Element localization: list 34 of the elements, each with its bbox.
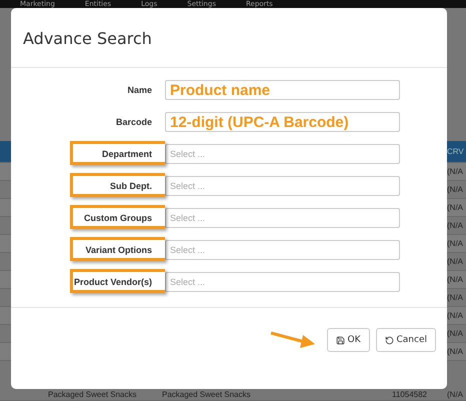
field-label: Variant Options — [84, 245, 152, 255]
column-header: CRV — [447, 147, 465, 156]
table-cell-text: (N/A — [447, 185, 464, 194]
table-cell-text: (N/A — [447, 311, 464, 320]
table-cell-text: Packaged Sweet Snacks — [48, 390, 138, 399]
field-label: Name — [126, 85, 152, 95]
field-label: Department — [100, 149, 152, 159]
table-cell-text: (N/A — [447, 167, 464, 176]
table-cell-text: 11054582 — [392, 390, 428, 399]
undo-icon — [384, 336, 394, 344]
select-field[interactable]: Select ... — [165, 176, 400, 196]
cancel-button[interactable]: Cancel — [376, 328, 436, 352]
ok-button[interactable]: OK — [326, 328, 370, 352]
table-cell-text: (N/A — [447, 329, 464, 338]
pointer-arrow — [268, 329, 316, 351]
field-label: Sub Dept. — [109, 181, 152, 191]
dialog-title: Advance Search — [11, 8, 447, 68]
select-field[interactable]: Select ... — [165, 208, 400, 228]
table-cell-text: (N/A — [447, 257, 464, 266]
select-field[interactable]: Select ... — [165, 272, 400, 292]
select-field[interactable]: Select ... — [165, 240, 400, 260]
save-icon — [336, 336, 344, 344]
table-cell-text: (N/A — [447, 347, 464, 356]
table-cell-text: (N/A — [447, 293, 464, 302]
table-cell-text: (N/A — [447, 239, 464, 248]
field-label: Product Vendor(s) — [72, 277, 152, 287]
table-cell-text: (N/A — [447, 203, 464, 212]
table-cell-text: (N/A — [447, 221, 464, 230]
field-label: Custom Groups — [82, 213, 152, 223]
table-cell-text: (N/A — [447, 275, 464, 284]
select-field[interactable]: Select ... — [165, 144, 400, 164]
field-label: Barcode — [114, 117, 152, 127]
table-cell-text: Packaged Sweet Snacks — [162, 390, 252, 399]
table-cell-text: (N/A — [447, 390, 464, 399]
